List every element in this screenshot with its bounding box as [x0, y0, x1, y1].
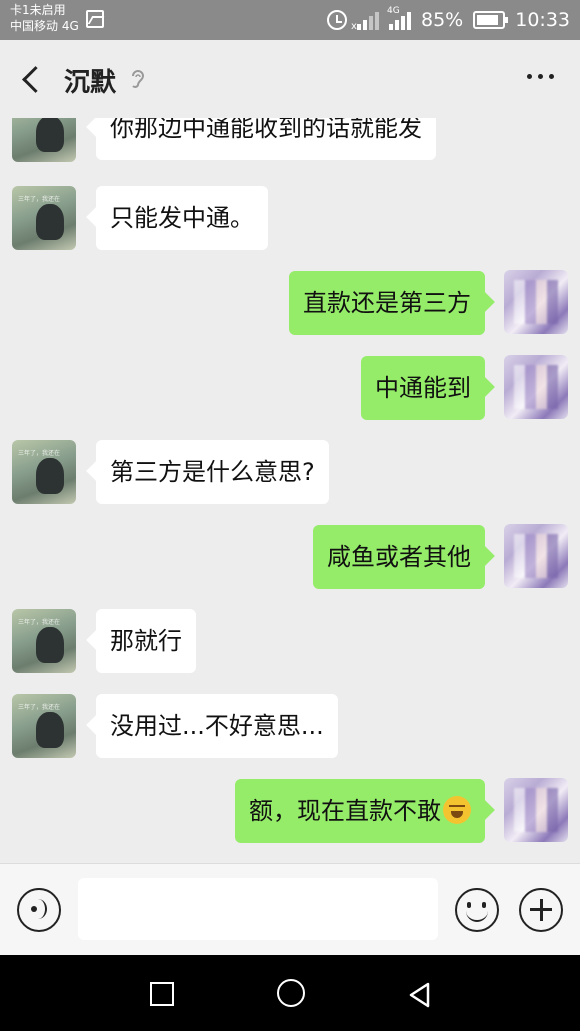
carrier-line-2: 中国移动 4G — [10, 19, 79, 33]
message-bubble[interactable]: 咸鱼或者其他 — [313, 525, 485, 589]
signal-sim1-icon: x — [351, 10, 379, 32]
ear-icon — [128, 68, 148, 90]
chat-header: 沉默 — [0, 40, 580, 118]
contact-avatar[interactable]: 三年了，我还在 — [12, 609, 76, 673]
self-avatar[interactable] — [504, 778, 568, 842]
message-bubble[interactable]: 只能发中通。 — [96, 186, 268, 250]
image-notification-icon — [86, 10, 104, 28]
chat-title: 沉默 — [64, 68, 117, 98]
message-input[interactable] — [78, 878, 438, 940]
input-bar — [0, 863, 580, 955]
battery-percent: 85% — [421, 9, 464, 31]
network-type: 4G — [387, 6, 400, 16]
clock: 10:33 — [515, 9, 570, 31]
carrier-info: 卡1未启用 中国移动 4G — [10, 2, 79, 34]
message-bubble[interactable]: 你那边中通能收到的话就能发 — [96, 118, 436, 160]
nav-back-icon[interactable] — [406, 981, 434, 1009]
contact-avatar[interactable] — [12, 118, 76, 162]
plus-icon[interactable] — [519, 888, 563, 932]
carrier-line-1: 卡1未启用 — [10, 3, 66, 17]
alarm-icon — [327, 10, 347, 30]
status-icons: x 4G 85% 10:33 — [327, 0, 570, 40]
back-arrow-icon[interactable] — [14, 62, 46, 96]
self-avatar[interactable] — [504, 355, 568, 419]
more-dots-icon[interactable] — [527, 74, 554, 79]
battery-icon — [473, 11, 509, 29]
emoji-icon[interactable] — [455, 888, 499, 932]
contact-avatar[interactable]: 三年了，我还在 — [12, 694, 76, 758]
contact-avatar[interactable]: 三年了，我还在 — [12, 440, 76, 504]
message-list[interactable]: 你那边中通能收到的话就能发 三年了，我还在 只能发中通。 直款还是第三方 中通能… — [0, 118, 580, 863]
message-bubble[interactable]: 中通能到 — [361, 356, 485, 420]
status-bar: 卡1未启用 中国移动 4G x 4G 85% 10:33 — [0, 0, 580, 40]
signal-sim2-icon: 4G — [387, 6, 411, 30]
home-icon[interactable] — [277, 979, 305, 1007]
message-bubble[interactable]: 那就行 — [96, 609, 196, 673]
system-nav-bar — [0, 955, 580, 1031]
message-bubble[interactable]: 第三方是什么意思? — [96, 440, 329, 504]
voice-icon[interactable] — [17, 888, 61, 932]
message-bubble[interactable]: 没用过...不好意思... — [96, 694, 338, 758]
message-bubble[interactable]: 直款还是第三方 — [289, 271, 485, 335]
crying-laughing-emoji-icon — [443, 796, 471, 824]
recent-apps-icon[interactable] — [150, 982, 174, 1006]
contact-avatar[interactable]: 三年了，我还在 — [12, 186, 76, 250]
self-avatar[interactable] — [504, 270, 568, 334]
self-avatar[interactable] — [504, 524, 568, 588]
message-bubble[interactable]: 额，现在直款不敢 — [235, 779, 485, 843]
message-text: 额，现在直款不敢 — [249, 797, 441, 825]
